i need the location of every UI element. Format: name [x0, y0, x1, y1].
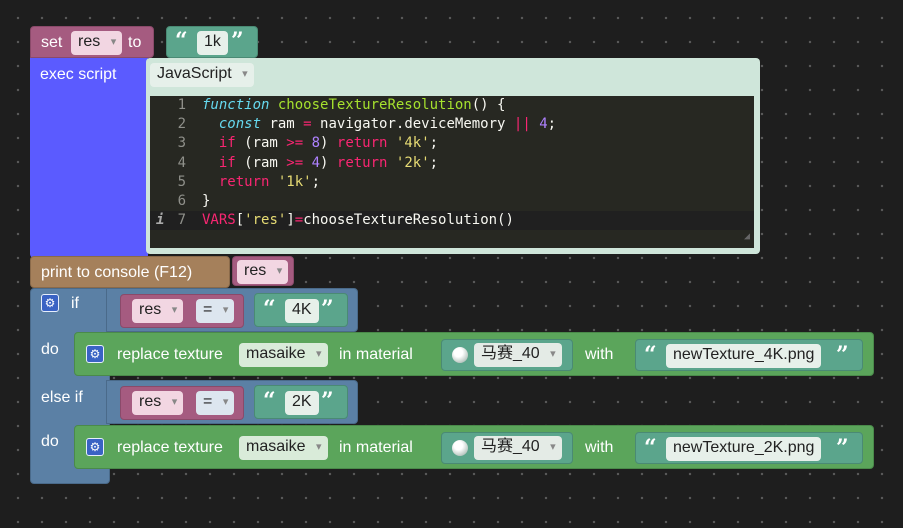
- variable-dropdown[interactable]: res: [71, 31, 123, 55]
- code-line: if (ram >= 4) return '2k';: [218, 154, 439, 171]
- texture-dropdown[interactable]: masaike: [239, 436, 328, 460]
- material-sphere-icon: [452, 347, 468, 363]
- replace-texture-label: replace texture: [117, 439, 223, 456]
- in-material-label: in material: [339, 346, 413, 363]
- to-label: to: [128, 34, 142, 51]
- info-marker-icon: i: [156, 212, 165, 228]
- resize-handle-icon[interactable]: ◢: [744, 227, 750, 246]
- close-quote-icon: ”: [836, 435, 849, 461]
- else-if-label: else if: [41, 389, 83, 406]
- exec-script-block[interactable]: exec script: [30, 58, 148, 258]
- compare-variable-dropdown[interactable]: res: [132, 299, 184, 323]
- line-number: 6: [177, 192, 186, 209]
- code-line: const ram = navigator.deviceMemory || 4;: [218, 116, 557, 133]
- compare-operator-dropdown[interactable]: =: [196, 299, 235, 323]
- do-label-2: do: [41, 433, 59, 450]
- material-sphere-icon: [452, 440, 468, 456]
- script-editor-panel: JavaScript 1 2 3 4 5 6 7 i function choo…: [146, 58, 760, 254]
- compare-value-field[interactable]: 2K: [285, 391, 319, 415]
- code-line: return '1k';: [218, 173, 321, 190]
- print-label: print to console (F12): [41, 264, 193, 281]
- line-number: 2: [177, 116, 186, 133]
- exec-script-label: exec script: [40, 66, 117, 83]
- line-number: 1: [177, 97, 186, 113]
- text-value-field[interactable]: 1k: [197, 31, 228, 55]
- line-number: 4: [177, 154, 186, 171]
- compare-value-field[interactable]: 4K: [285, 299, 319, 323]
- code-line: }: [202, 193, 211, 209]
- close-quote-icon: ”: [321, 296, 334, 322]
- close-quote-icon: ”: [321, 388, 334, 414]
- language-dropdown[interactable]: JavaScript: [150, 63, 254, 87]
- print-variable-dropdown[interactable]: res: [237, 260, 289, 284]
- set-label: set: [41, 34, 63, 51]
- close-quote-icon: ”: [231, 28, 244, 54]
- file-name-field[interactable]: newTexture_2K.png: [666, 437, 822, 461]
- material-block[interactable]: 马赛_40: [441, 339, 573, 371]
- open-quote-icon: “: [644, 435, 657, 461]
- code-line: VARS['res']=chooseTextureResolution(): [202, 212, 514, 229]
- if-label: if: [71, 295, 79, 312]
- replace-texture-block[interactable]: ⚙ replace texture masaike in material 马赛…: [74, 425, 874, 469]
- do-label: do: [41, 341, 59, 358]
- print-variable-block[interactable]: res: [232, 256, 294, 286]
- file-text-block[interactable]: “ newTexture_4K.png ”: [635, 339, 863, 371]
- set-variable-block[interactable]: set res to: [30, 26, 154, 58]
- replace-texture-block[interactable]: ⚙ replace texture masaike in material 马赛…: [74, 332, 874, 376]
- code-editor[interactable]: 1 2 3 4 5 6 7 i function chooseTextureRe…: [150, 96, 754, 248]
- open-quote-icon: “: [263, 388, 276, 414]
- material-block[interactable]: 马赛_40: [441, 432, 573, 464]
- compare-value-block[interactable]: “ 2K ”: [254, 385, 348, 419]
- in-material-label: in material: [339, 439, 413, 456]
- file-text-block[interactable]: “ newTexture_2K.png ”: [635, 432, 863, 464]
- mutator-gear-icon[interactable]: ⚙: [41, 294, 59, 312]
- text-value-block[interactable]: “ 1k ”: [166, 26, 258, 58]
- open-quote-icon: “: [175, 28, 188, 54]
- line-number: 3: [177, 135, 186, 152]
- open-quote-icon: “: [644, 342, 657, 368]
- mutator-gear-icon[interactable]: ⚙: [86, 345, 104, 363]
- with-label: with: [585, 439, 614, 456]
- compare-variable-dropdown[interactable]: res: [132, 391, 184, 415]
- close-quote-icon: ”: [836, 342, 849, 368]
- code-line: function chooseTextureResolution() {: [202, 97, 506, 113]
- compare-operator-dropdown[interactable]: =: [196, 391, 235, 415]
- print-console-block[interactable]: print to console (F12): [30, 256, 230, 288]
- open-quote-icon: “: [263, 296, 276, 322]
- with-label: with: [585, 346, 614, 363]
- material-dropdown[interactable]: 马赛_40: [474, 343, 562, 367]
- compare-value-block[interactable]: “ 4K ”: [254, 293, 348, 327]
- texture-dropdown[interactable]: masaike: [239, 343, 328, 367]
- mutator-gear-icon[interactable]: ⚙: [86, 438, 104, 456]
- file-name-field[interactable]: newTexture_4K.png: [666, 344, 822, 368]
- material-dropdown[interactable]: 马赛_40: [474, 436, 562, 460]
- replace-texture-label: replace texture: [117, 346, 223, 363]
- code-line: if (ram >= 8) return '4k';: [218, 135, 439, 152]
- line-number: 5: [177, 173, 186, 190]
